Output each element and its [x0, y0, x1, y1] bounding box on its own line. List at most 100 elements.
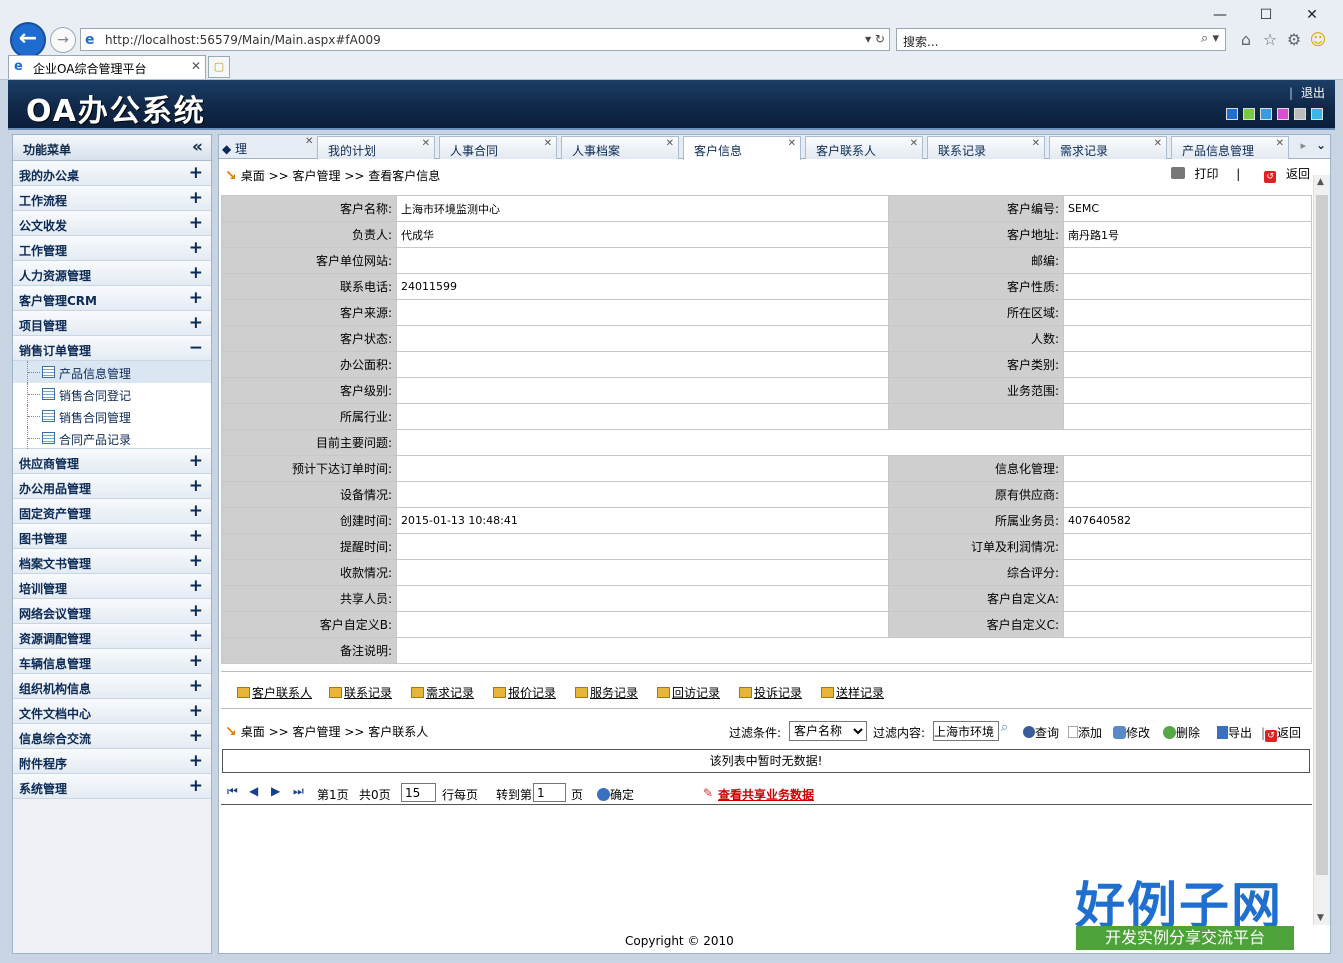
theme-swatch-pink[interactable]	[1277, 108, 1289, 120]
theme-swatch-blue[interactable]	[1226, 108, 1238, 120]
logout-link[interactable]: | 退出	[1289, 84, 1325, 101]
scroll-down-icon[interactable]: ▼	[1317, 913, 1324, 923]
print-button[interactable]: 打印	[1165, 167, 1218, 181]
window-close-icon[interactable]: ✕	[1298, 4, 1326, 26]
tab-product-info[interactable]: 产品信息管理 ✕	[1171, 136, 1289, 159]
tab-my-plan[interactable]: 我的计划 ✕	[317, 136, 435, 159]
goto-page-input[interactable]	[533, 783, 566, 802]
link-complaint-records[interactable]: 投诉记录	[739, 684, 802, 701]
expand-plus-icon[interactable]: +	[189, 288, 203, 308]
collapse-minus-icon[interactable]: −	[189, 338, 203, 358]
expand-plus-icon[interactable]: +	[189, 651, 203, 671]
sidebar-item[interactable]: 项目管理 +	[13, 311, 211, 336]
magnifier-icon[interactable]: ⌕	[1001, 720, 1008, 735]
sidebar-item[interactable]: 我的办公桌 +	[13, 161, 211, 186]
sidebar-subitem[interactable]: 销售合同管理	[13, 405, 211, 427]
sidebar-item-expanded[interactable]: 销售订单管理 −	[13, 336, 211, 361]
tab-partial-first[interactable]: ◆ 理	[222, 140, 247, 157]
expand-plus-icon[interactable]: +	[189, 313, 203, 333]
link-service-records[interactable]: 服务记录	[575, 684, 638, 701]
tab-hr-archive[interactable]: 人事档案 ✕	[561, 136, 679, 159]
sidebar-item[interactable]: 公文收发 +	[13, 211, 211, 236]
prev-page-icon[interactable]: ◀	[249, 784, 258, 798]
next-page-icon[interactable]: ▶	[271, 784, 280, 798]
sidebar-item[interactable]: 办公用品管理 +	[13, 474, 211, 499]
link-quote-records[interactable]: 报价记录	[493, 684, 556, 701]
refresh-icon[interactable]: ▾ ↻	[865, 32, 885, 46]
tab-close-icon[interactable]: ✕	[191, 59, 201, 73]
expand-plus-icon[interactable]: +	[189, 451, 203, 471]
sidebar-item[interactable]: 信息综合交流 +	[13, 724, 211, 749]
query-button[interactable]: 查询	[1023, 724, 1059, 741]
tab-menu-chevron-icon[interactable]: ⌄	[1316, 138, 1326, 152]
theme-swatch-gray[interactable]	[1294, 108, 1306, 120]
tab-close-icon[interactable]: ✕	[305, 136, 313, 147]
sidebar-item[interactable]: 附件程序 +	[13, 749, 211, 774]
tab-close-icon[interactable]: ✕	[544, 138, 552, 149]
tab-scroll-right-icon[interactable]: ▸	[1300, 139, 1306, 152]
sidebar-item[interactable]: 固定资产管理 +	[13, 499, 211, 524]
sidebar-item[interactable]: 组织机构信息 +	[13, 674, 211, 699]
smiley-feedback-icon[interactable]: ☺	[1308, 30, 1328, 50]
expand-plus-icon[interactable]: +	[189, 626, 203, 646]
sidebar-item[interactable]: 图书管理 +	[13, 524, 211, 549]
sidebar-subitem[interactable]: 产品信息管理	[13, 361, 211, 383]
theme-swatch-cyan[interactable]	[1311, 108, 1323, 120]
minimize-icon[interactable]: —	[1206, 4, 1234, 26]
expand-plus-icon[interactable]: +	[189, 263, 203, 283]
page-size-input[interactable]	[401, 783, 436, 802]
tab-close-icon[interactable]: ✕	[1154, 138, 1162, 149]
expand-plus-icon[interactable]: +	[189, 601, 203, 621]
tab-contact-record[interactable]: 联系记录 ✕	[927, 136, 1045, 159]
sidebar-item[interactable]: 资源调配管理 +	[13, 624, 211, 649]
breadcrumb-level1[interactable]: 客户管理	[293, 725, 341, 739]
expand-plus-icon[interactable]: +	[189, 163, 203, 183]
sidebar-subitem[interactable]: 合同产品记录	[13, 427, 211, 449]
filter-content-input[interactable]	[933, 721, 999, 741]
expand-plus-icon[interactable]: +	[189, 476, 203, 496]
sidebar-item[interactable]: 车辆信息管理 +	[13, 649, 211, 674]
sidebar-subitem[interactable]: 销售合同登记	[13, 383, 211, 405]
sidebar-item[interactable]: 文件文档中心 +	[13, 699, 211, 724]
expand-plus-icon[interactable]: +	[189, 551, 203, 571]
theme-swatch-lightblue[interactable]	[1260, 108, 1272, 120]
link-revisit-records[interactable]: 回访记录	[657, 684, 720, 701]
expand-plus-icon[interactable]: +	[189, 701, 203, 721]
filter-back-button[interactable]: | ↺ 返回	[1261, 724, 1301, 742]
settings-gear-icon[interactable]: ⚙	[1284, 30, 1304, 50]
tab-close-icon[interactable]: ✕	[666, 138, 674, 149]
expand-plus-icon[interactable]: +	[189, 238, 203, 258]
link-sample-records[interactable]: 送样记录	[821, 684, 884, 701]
home-icon[interactable]: ⌂	[1236, 30, 1256, 50]
export-button[interactable]: 导出	[1217, 724, 1252, 741]
sidebar-item[interactable]: 系统管理 +	[13, 774, 211, 799]
scroll-thumb[interactable]	[1316, 195, 1328, 875]
maximize-icon[interactable]: ☐	[1252, 4, 1280, 26]
sidebar-item[interactable]: 档案文书管理 +	[13, 549, 211, 574]
forward-arrow-icon[interactable]: →	[50, 27, 76, 53]
sidebar-item[interactable]: 客户管理CRM +	[13, 286, 211, 311]
tab-customer-contact[interactable]: 客户联系人 ✕	[805, 136, 923, 159]
sidebar-item[interactable]: 人力资源管理 +	[13, 261, 211, 286]
tab-close-icon[interactable]: ✕	[1276, 138, 1284, 149]
tab-demand-record[interactable]: 需求记录 ✕	[1049, 136, 1167, 159]
sidebar-item[interactable]: 网络会议管理 +	[13, 599, 211, 624]
sidebar-item[interactable]: 工作管理 +	[13, 236, 211, 261]
expand-plus-icon[interactable]: +	[189, 751, 203, 771]
expand-plus-icon[interactable]: +	[189, 726, 203, 746]
scroll-up-icon[interactable]: ▲	[1317, 177, 1324, 187]
back-button[interactable]: ↺ 返回	[1258, 167, 1310, 183]
edit-button[interactable]: 修改	[1113, 724, 1150, 741]
expand-plus-icon[interactable]: +	[189, 576, 203, 596]
expand-plus-icon[interactable]: +	[189, 213, 203, 233]
link-demand-records[interactable]: 需求记录	[411, 684, 474, 701]
first-page-icon[interactable]: ⏮	[227, 784, 238, 799]
breadcrumb-home[interactable]: 桌面	[241, 169, 265, 183]
delete-button[interactable]: 删除	[1163, 724, 1200, 741]
favorites-star-icon[interactable]: ☆	[1260, 30, 1280, 50]
back-arrow-icon[interactable]: ←	[10, 22, 46, 58]
browser-search-input[interactable]: 搜索... ⌕ ▾	[896, 28, 1226, 51]
expand-plus-icon[interactable]: +	[189, 188, 203, 208]
collapse-icon[interactable]: «	[192, 137, 203, 157]
new-tab-icon[interactable]: ▢	[208, 56, 230, 78]
